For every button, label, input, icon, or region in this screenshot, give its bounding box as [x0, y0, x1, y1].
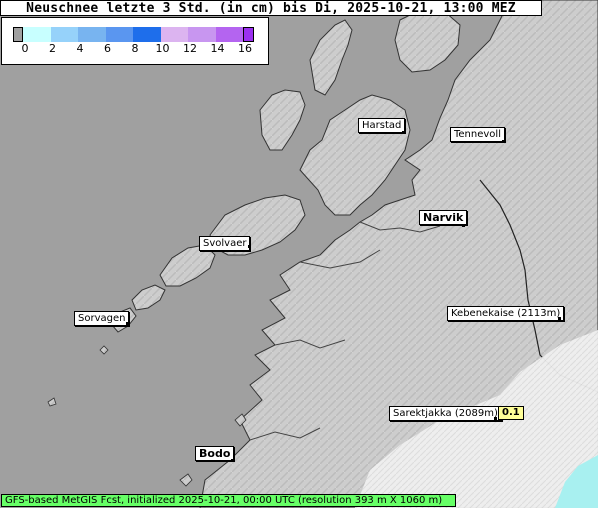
legend-swatch: [215, 27, 243, 42]
legend-tick-label: 14: [210, 42, 225, 55]
place-marker-narvik: [462, 224, 465, 227]
legend-tick-label: 10: [155, 42, 170, 55]
place-marker-sarektjakka: [494, 417, 497, 420]
legend-swatch: [105, 27, 133, 42]
forecast-footer: GFS-based MetGIS Fcst, initialized 2025-…: [1, 494, 456, 507]
place-harstad: Harstad: [358, 118, 406, 133]
legend-swatch-under: [13, 27, 23, 42]
place-kebnekaise: Kebenekaise (2113m): [447, 306, 565, 321]
legend-tick-label: 4: [76, 42, 84, 55]
place-marker-kebnekaise: [558, 317, 561, 320]
place-marker-harstad: [402, 131, 405, 134]
legend-tick-label: 16: [238, 42, 252, 55]
place-sarektjakka: Sarektjakka (2089m): [389, 406, 502, 421]
place-sorvagen: Sorvagen: [74, 311, 130, 326]
place-svolvaer: Svolvaer: [199, 236, 251, 251]
legend-swatch: [160, 27, 188, 42]
legend-swatch: [23, 27, 51, 42]
place-marker-tennevoll: [502, 140, 505, 143]
place-marker-svolvaer: [248, 245, 251, 248]
legend-swatch: [78, 27, 106, 42]
value-sarektjakka: 0.1: [498, 406, 524, 420]
legend-tick-label: 12: [183, 42, 197, 55]
place-bodo: Bodo: [195, 446, 235, 461]
legend-swatch: [188, 27, 216, 42]
legend-swatch: [50, 27, 78, 42]
place-tennevoll: Tennevoll: [450, 127, 505, 142]
place-marker-sorvagen: [126, 322, 129, 325]
place-narvik: Narvik: [419, 210, 468, 225]
legend-tick-label: 6: [104, 42, 111, 55]
map-title: Neuschnee letzte 3 Std. (in cm) bis Di, …: [0, 0, 542, 16]
place-marker-bodo: [231, 459, 234, 462]
legend-swatch: [243, 27, 254, 42]
legend-tick-label: 8: [131, 42, 139, 55]
terrain-map: [0, 0, 598, 508]
legend-swatch: [133, 27, 161, 42]
legend: 0 2 4 6 8 10 12 14 16: [1, 17, 269, 65]
legend-tick-label: 0: [21, 42, 29, 55]
map: Neuschnee letzte 3 Std. (in cm) bis Di, …: [0, 0, 598, 508]
legend-tick-label: 2: [49, 42, 56, 55]
